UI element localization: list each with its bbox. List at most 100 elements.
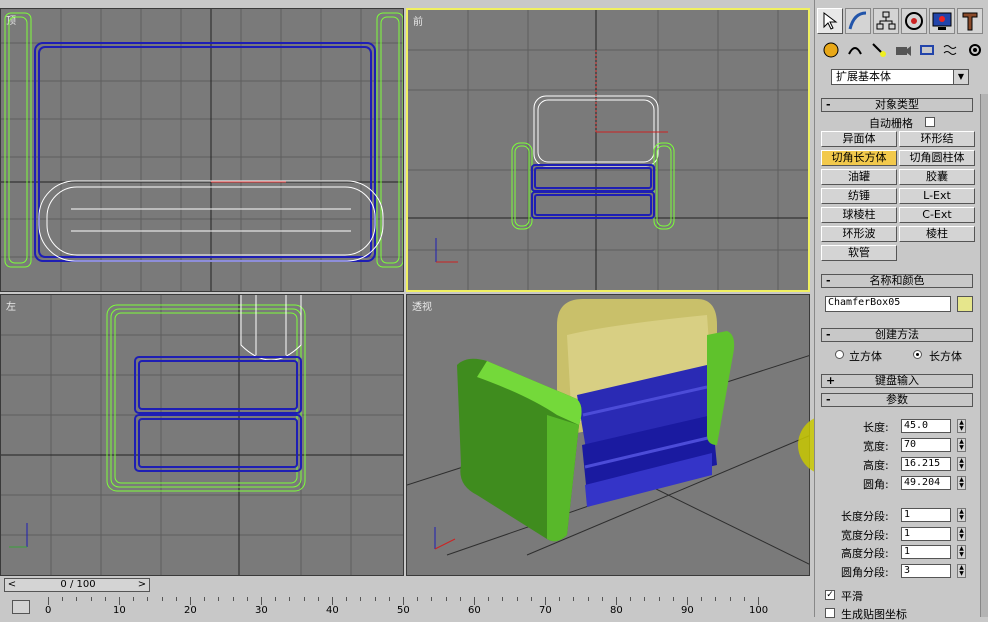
cameras-icon[interactable] [893, 40, 913, 60]
hose-button[interactable]: 软管 [821, 245, 897, 261]
viewport-left[interactable]: 左 [0, 294, 404, 576]
time-slider-left-arrow[interactable]: < [6, 579, 18, 591]
ruler-tick [687, 597, 688, 605]
length-input[interactable]: 45.0 [901, 419, 951, 433]
time-ruler[interactable]: 0 10 20 30 40 50 60 70 80 90 100 [45, 597, 814, 617]
creation-method-rollout-header[interactable]: - 创建方法 [821, 328, 973, 342]
ruler-label: 90 [681, 605, 694, 616]
fillet-segs-input[interactable]: 3 [901, 564, 951, 578]
shapes-icon[interactable] [845, 40, 865, 60]
ruler-tick [289, 597, 291, 601]
name-color-rollout-header[interactable]: - 名称和颜色 [821, 274, 973, 288]
helpers-icon[interactable] [917, 40, 937, 60]
viewport-top[interactable]: 顶 [0, 8, 404, 292]
c-ext-button[interactable]: C-Ext [899, 207, 975, 223]
object-name-input[interactable]: ChamferBox05 [825, 296, 951, 312]
lights-icon[interactable] [869, 40, 889, 60]
track-view-icon[interactable] [12, 600, 30, 614]
height-segs-spinner[interactable]: ▲ ▼ [957, 545, 966, 559]
cube-radio[interactable] [835, 350, 844, 359]
height-segs-input[interactable]: 1 [901, 545, 951, 559]
width-input[interactable]: 70 [901, 438, 951, 452]
object-color-swatch[interactable] [957, 296, 973, 312]
ruler-tick [161, 597, 163, 601]
ruler-tick [729, 597, 731, 601]
chamfer-cyl-button[interactable]: 切角圆柱体 [899, 150, 975, 166]
ruler-label: 100 [749, 605, 769, 616]
fillet-segs-spinner[interactable]: ▲ ▼ [957, 564, 966, 578]
parameters-rollout-header[interactable]: - 参数 [821, 393, 973, 407]
gen-map-label: 生成贴图坐标 [841, 608, 907, 621]
time-slider[interactable]: < 0 / 100 > [4, 578, 150, 592]
viewport-perspective[interactable]: 透视 [406, 294, 810, 576]
time-slider-right-arrow[interactable]: > [136, 579, 148, 591]
panel-scrollbar[interactable] [980, 94, 988, 617]
width-spinner[interactable]: ▲ ▼ [957, 438, 966, 452]
fillet-input[interactable]: 49.204 [901, 476, 951, 490]
length-segs-spinner[interactable]: ▲ ▼ [957, 508, 966, 522]
box-radio[interactable] [913, 350, 922, 359]
ruler-tick [559, 597, 561, 601]
torus-knot-button[interactable]: 环形结 [899, 131, 975, 147]
spindle-button[interactable]: 纺锤 [821, 188, 897, 204]
autogrid-checkbox[interactable] [925, 117, 935, 127]
utilities-tab-icon[interactable] [957, 8, 983, 34]
ruler-tick [232, 597, 234, 601]
width-segs-input[interactable]: 1 [901, 527, 951, 541]
ruler-tick [275, 597, 277, 601]
length-segs-label: 长度分段: [841, 510, 889, 523]
ruler-tick [573, 597, 575, 601]
ringwave-button[interactable]: 环形波 [821, 226, 897, 242]
capsule-button[interactable]: 胶囊 [899, 169, 975, 185]
smooth-label: 平滑 [841, 590, 863, 603]
chamfer-box-button[interactable]: 切角长方体 [821, 150, 897, 166]
height-spinner[interactable]: ▲ ▼ [957, 457, 966, 471]
ruler-tick [672, 597, 674, 601]
spacewarps-icon[interactable] [941, 40, 961, 60]
ruler-tick [133, 597, 135, 601]
viewport-front[interactable]: 前 [406, 8, 810, 292]
object-type-rollout-header[interactable]: - 对象类型 [821, 98, 973, 112]
create-tab-icon[interactable] [817, 8, 843, 34]
geometry-icon[interactable] [821, 40, 841, 60]
width-segs-spinner[interactable]: ▲ ▼ [957, 527, 966, 541]
height-input[interactable]: 16.215 [901, 457, 951, 471]
l-ext-button[interactable]: L-Ext [899, 188, 975, 204]
ruler-tick [360, 597, 362, 601]
ruler-tick [303, 597, 305, 601]
systems-icon[interactable] [965, 40, 985, 60]
hierarchy-tab-icon[interactable] [873, 8, 899, 34]
keyboard-entry-rollout-header[interactable]: + 键盘输入 [821, 374, 973, 388]
autogrid-label: 自动栅格 [869, 117, 913, 130]
ruler-tick [701, 597, 703, 601]
category-dropdown[interactable]: 扩展基本体 ▼ [831, 69, 969, 85]
ruler-label: 10 [113, 605, 126, 616]
ruler-label: 70 [539, 605, 552, 616]
motion-tab-icon[interactable] [901, 8, 927, 34]
ruler-tick [488, 597, 490, 601]
display-tab-icon[interactable] [929, 8, 955, 34]
ruler-tick [204, 597, 206, 601]
fillet-spinner[interactable]: ▲ ▼ [957, 476, 966, 490]
ruler-tick [374, 597, 376, 601]
gengon-button[interactable]: 球棱柱 [821, 207, 897, 223]
collapse-icon: - [826, 274, 831, 287]
ruler-tick [246, 597, 248, 601]
category-dropdown-value: 扩展基本体 [836, 70, 891, 83]
fillet-label: 圆角: [863, 478, 889, 491]
ruler-tick [388, 597, 390, 601]
length-spinner[interactable]: ▲ ▼ [957, 419, 966, 433]
oil-tank-button[interactable]: 油罐 [821, 169, 897, 185]
ruler-tick [175, 597, 177, 601]
prism-button[interactable]: 棱柱 [899, 226, 975, 242]
ruler-tick [658, 597, 660, 601]
length-segs-input[interactable]: 1 [901, 508, 951, 522]
time-slider-text: 0 / 100 [60, 579, 96, 590]
smooth-checkbox[interactable]: ✓ [825, 590, 835, 600]
ruler-tick [601, 597, 603, 601]
hedra-button[interactable]: 异面体 [821, 131, 897, 147]
ruler-tick [403, 597, 404, 605]
modify-tab-icon[interactable] [845, 8, 871, 34]
creation-method-title: 创建方法 [875, 328, 919, 341]
ruler-tick [459, 597, 461, 601]
